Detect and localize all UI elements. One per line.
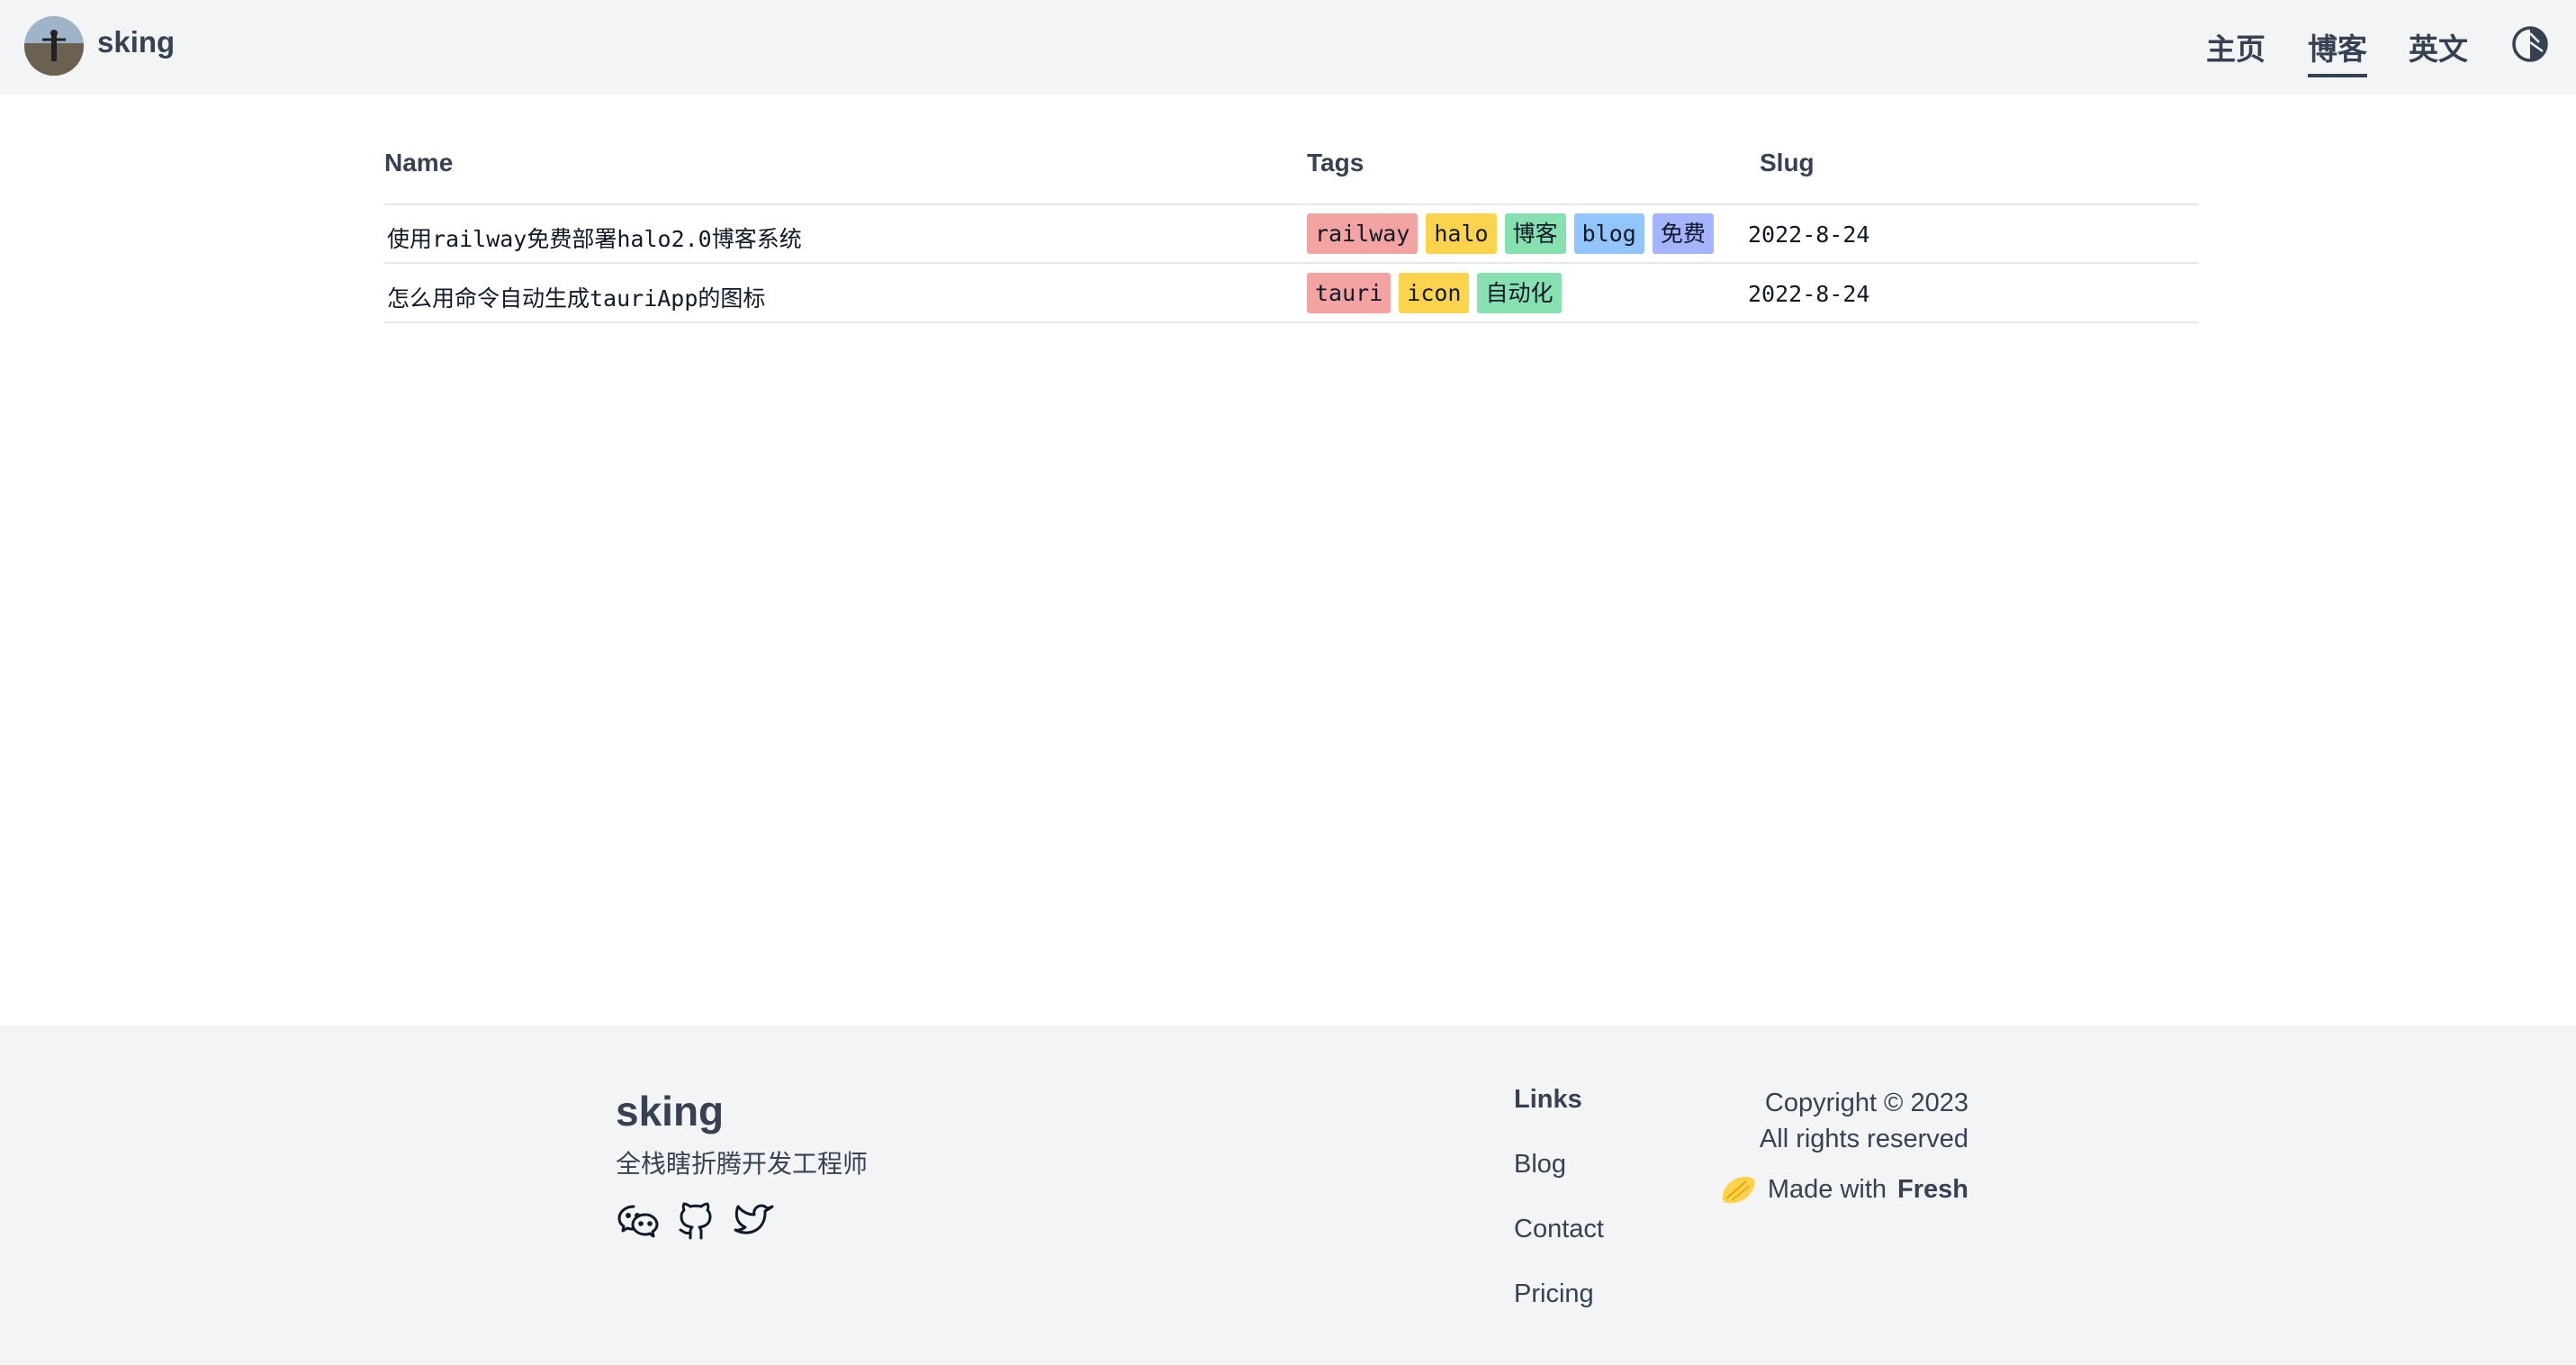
- twitter-icon[interactable]: [731, 1198, 776, 1243]
- column-header-slug: Slug: [1760, 149, 1815, 176]
- made-with-text: Made with: [1767, 1174, 1887, 1204]
- wechat-icon[interactable]: [616, 1198, 661, 1243]
- post-title-link[interactable]: 使用railway免费部署halo2.0博客系统: [387, 221, 802, 254]
- nav-english[interactable]: 英文: [2409, 25, 2468, 68]
- table-divider: [384, 262, 2199, 264]
- copyright-line: Copyright © 2023: [1764, 1089, 1968, 1117]
- post-slug: 2022-8-24: [1748, 281, 1870, 307]
- copyright: Copyright © 2023 All rights reserved: [1760, 1085, 1968, 1157]
- site-brand[interactable]: sking: [97, 25, 175, 59]
- nav-blog[interactable]: 博客: [2308, 25, 2367, 77]
- github-icon[interactable]: [673, 1198, 718, 1243]
- post-tags: tauri icon 自动化: [1307, 273, 1562, 313]
- nav-home[interactable]: 主页: [2206, 25, 2265, 68]
- post-title-link[interactable]: 怎么用命令自动生成tauriApp的图标: [387, 281, 765, 313]
- tag-badge[interactable]: 博客: [1504, 213, 1566, 254]
- footer-brand: sking: [616, 1088, 725, 1134]
- column-header-tags: Tags: [1307, 149, 1365, 176]
- tag-badge[interactable]: 自动化: [1477, 273, 1562, 313]
- fresh-brand[interactable]: Fresh: [1897, 1175, 1968, 1205]
- theme-toggle-icon[interactable]: [2510, 24, 2550, 64]
- social-links: [616, 1198, 776, 1243]
- made-with-fresh[interactable]: Made with Fresh: [1719, 1173, 1968, 1206]
- tag-badge[interactable]: 免费: [1652, 213, 1714, 254]
- avatar[interactable]: [24, 16, 84, 76]
- tag-badge[interactable]: halo: [1426, 213, 1497, 254]
- tag-badge[interactable]: icon: [1399, 273, 1470, 313]
- tag-badge[interactable]: blog: [1573, 213, 1644, 254]
- footer-subtitle: 全栈瞎折腾开发工程师: [616, 1149, 869, 1179]
- tag-badge[interactable]: tauri: [1307, 273, 1392, 313]
- table-divider: [384, 203, 2199, 205]
- post-slug: 2022-8-24: [1748, 221, 1870, 248]
- tag-badge[interactable]: railway: [1307, 213, 1419, 254]
- column-header-name: Name: [384, 149, 454, 176]
- lemon-icon: [1722, 1176, 1755, 1204]
- site-footer: sking 全栈瞎折腾开发工程师 Links Blog Contact Pric…: [0, 1026, 2576, 1365]
- footer-link-contact[interactable]: Contact: [1514, 1215, 1604, 1244]
- footer-links-title: Links: [1514, 1085, 1582, 1114]
- table-divider: [384, 321, 2199, 323]
- rights-line: All rights reserved: [1759, 1125, 1968, 1153]
- footer-link-pricing[interactable]: Pricing: [1514, 1279, 1594, 1309]
- site-header: sking 主页 博客 英文: [0, 0, 2576, 95]
- post-tags: railway halo 博客 blog 免费: [1307, 213, 1714, 254]
- footer-link-blog[interactable]: Blog: [1514, 1150, 1566, 1180]
